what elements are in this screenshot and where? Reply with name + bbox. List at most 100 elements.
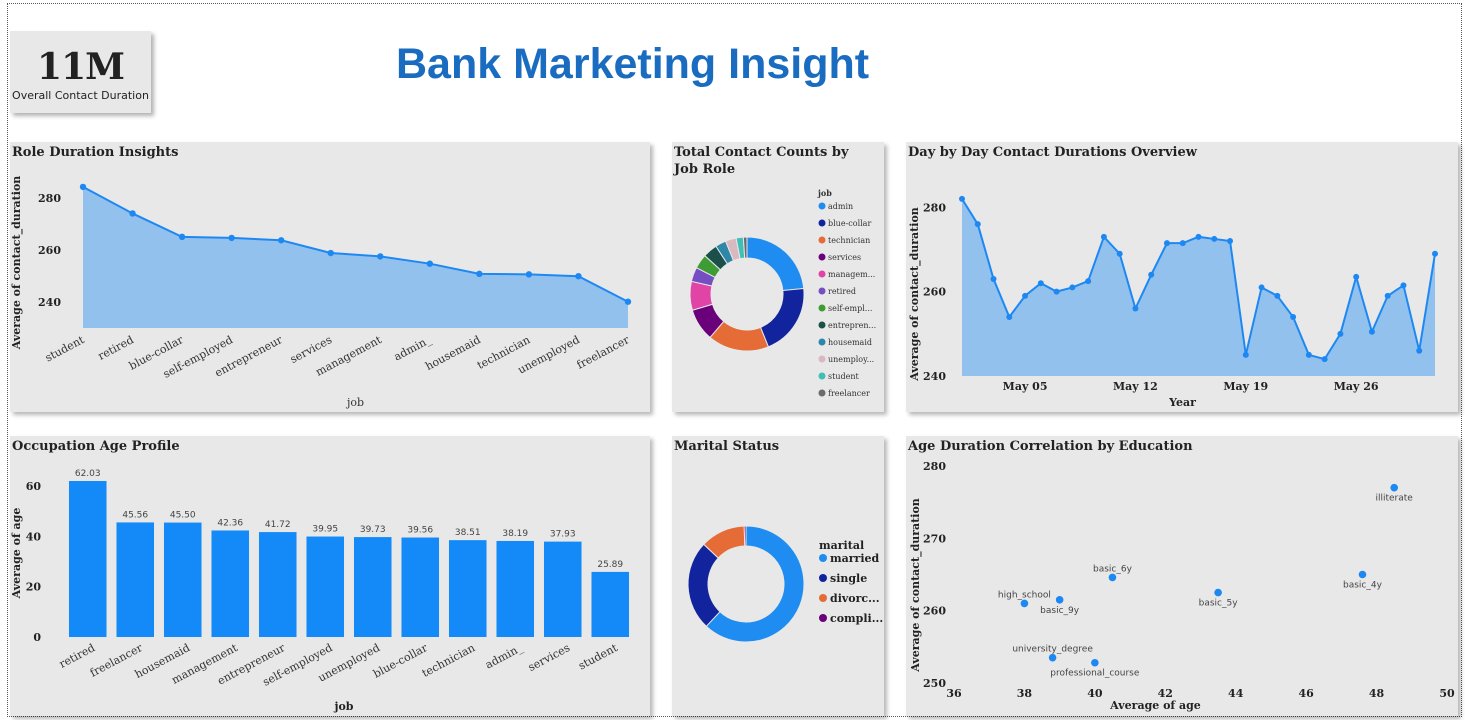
x-tick-label: student bbox=[576, 641, 620, 673]
y-tick-label: 60 bbox=[26, 480, 42, 493]
point-label: high_school bbox=[998, 590, 1051, 600]
data-point bbox=[129, 210, 136, 217]
legend-label: single bbox=[830, 572, 867, 585]
data-point bbox=[277, 237, 285, 244]
data-label: 62.03 bbox=[75, 469, 101, 479]
data-point bbox=[1195, 233, 1202, 240]
x-tick-label: services bbox=[526, 641, 573, 674]
scatter-point bbox=[1020, 599, 1029, 608]
data-point bbox=[1384, 292, 1391, 299]
legend-label: housemaid bbox=[828, 338, 872, 347]
data-point bbox=[327, 249, 334, 257]
data-label: 38.19 bbox=[502, 529, 528, 539]
education-scatter-chart: illiterate basic_4y basic_6y basic_5y basic_… bbox=[909, 460, 1455, 712]
scatter-point bbox=[1048, 653, 1057, 662]
daily-duration-panel[interactable]: Day by Day Contact Durations Overview 24… bbox=[906, 142, 1458, 412]
data-label: 42.36 bbox=[217, 518, 243, 528]
bar bbox=[401, 537, 440, 637]
donut-slice bbox=[759, 287, 805, 348]
legend-marker bbox=[819, 574, 827, 582]
x-tick-label: 40 bbox=[1087, 687, 1103, 700]
x-tick-label: student bbox=[43, 333, 87, 365]
legend-marker bbox=[818, 304, 826, 312]
legend-label: freelancer bbox=[828, 389, 870, 398]
legend-marker bbox=[818, 287, 826, 295]
scatter-point bbox=[1108, 573, 1117, 582]
scatter-point bbox=[1390, 483, 1398, 492]
y-tick-label: 280 bbox=[38, 192, 61, 205]
bar bbox=[591, 571, 630, 637]
area-fill bbox=[83, 186, 628, 328]
legend-title: job bbox=[817, 188, 832, 198]
point-label: basic_5y bbox=[1199, 599, 1239, 609]
data-point bbox=[1227, 238, 1234, 245]
x-tick-label: 44 bbox=[1228, 687, 1244, 700]
bar bbox=[116, 522, 155, 637]
legend-label: admin bbox=[828, 202, 853, 211]
education-scatter-panel[interactable]: Age Duration Correlation by Education il… bbox=[906, 436, 1458, 716]
legend-label: married bbox=[830, 552, 880, 565]
role-duration-panel[interactable]: Role Duration Insights 240 260 280 student r… bbox=[10, 142, 650, 412]
data-point bbox=[1305, 351, 1312, 358]
donut-slice bbox=[743, 525, 747, 547]
bar bbox=[353, 537, 392, 637]
data-point bbox=[1100, 233, 1107, 240]
job-donut-panel[interactable]: Total Contact Counts by Job Role job admi… bbox=[672, 142, 884, 412]
legend-label: technician bbox=[828, 236, 870, 245]
data-label: 39.73 bbox=[360, 525, 386, 535]
point-label: illiterate bbox=[1375, 494, 1413, 504]
y-tick-label: 280 bbox=[923, 460, 946, 473]
bar bbox=[258, 532, 297, 637]
x-tick-label: 38 bbox=[1017, 687, 1033, 700]
legend-marker bbox=[818, 202, 826, 210]
data-point bbox=[476, 270, 483, 278]
bar bbox=[211, 530, 250, 637]
y-axis-label: Average of contact_duration bbox=[909, 498, 923, 673]
x-tick-label: May 05 bbox=[1003, 380, 1048, 393]
marital-chart: maritalmarried single divorc... compli... bbox=[687, 525, 883, 643]
legend-marker bbox=[819, 614, 827, 622]
data-point bbox=[1258, 284, 1265, 291]
x-tick-label: 46 bbox=[1298, 687, 1314, 700]
kpi-value: 11M bbox=[37, 46, 125, 88]
x-tick-label: housemaid bbox=[423, 333, 483, 373]
data-point bbox=[1006, 313, 1013, 320]
marital-panel[interactable]: Marital Status marital married single divor… bbox=[672, 436, 884, 716]
x-axis-label: job bbox=[345, 396, 364, 409]
x-tick-label: retired bbox=[96, 333, 136, 363]
x-axis-label: Average of age bbox=[1109, 699, 1201, 712]
y-tick-label: 0 bbox=[33, 631, 41, 644]
point-label: basic_9y bbox=[1040, 606, 1080, 616]
point-label: professional_course bbox=[1050, 669, 1140, 679]
x-tick-label: 50 bbox=[1439, 687, 1455, 700]
legend-label: entrepren... bbox=[828, 321, 876, 330]
x-tick-label: admin_ bbox=[483, 641, 525, 672]
age-profile-panel[interactable]: Occupation Age Profile 62.03 retired 45.56… bbox=[10, 436, 650, 716]
x-tick-label: May 26 bbox=[1334, 380, 1379, 393]
data-point bbox=[1116, 250, 1123, 257]
bar bbox=[68, 481, 107, 637]
x-axis-label: job bbox=[333, 700, 353, 713]
legend-marker bbox=[818, 321, 826, 329]
data-point bbox=[1337, 330, 1344, 337]
data-point bbox=[1163, 240, 1170, 247]
data-point bbox=[1353, 273, 1360, 280]
legend-label: student bbox=[828, 372, 859, 381]
y-tick-label: 270 bbox=[923, 532, 946, 545]
data-label: 41.72 bbox=[265, 520, 291, 530]
data-point bbox=[525, 271, 533, 278]
data-point bbox=[178, 233, 186, 241]
data-point bbox=[1400, 282, 1407, 289]
role-duration-chart: 240260280student retiredblue-collarself-e… bbox=[10, 176, 632, 409]
legend-marker bbox=[818, 253, 826, 261]
data-point bbox=[1053, 288, 1060, 295]
scatter-point bbox=[1358, 570, 1367, 579]
legend-label: self-empl... bbox=[828, 304, 872, 313]
bar bbox=[448, 540, 487, 637]
data-label: 37.93 bbox=[550, 530, 576, 540]
y-tick-label: 40 bbox=[26, 530, 42, 543]
legend-label: unemploy... bbox=[828, 355, 874, 364]
job-donut-chart: job admin blue-collar technician services man… bbox=[689, 188, 876, 398]
data-point bbox=[1432, 250, 1438, 257]
legend-marker bbox=[818, 338, 826, 346]
